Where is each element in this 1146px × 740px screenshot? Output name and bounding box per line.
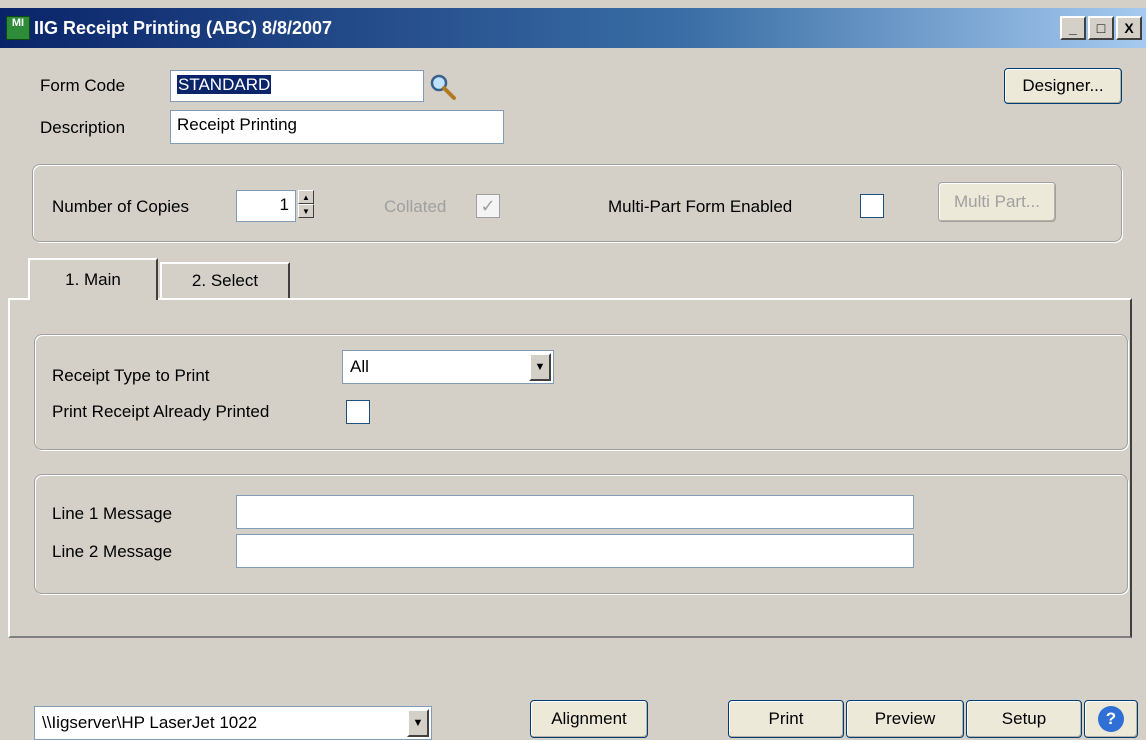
already-printed-label: Print Receipt Already Printed xyxy=(52,402,270,421)
chevron-down-icon[interactable]: ▼ xyxy=(529,353,551,381)
receipt-type-label: Receipt Type to Print xyxy=(52,366,210,385)
receipt-type-group xyxy=(34,334,1128,450)
line2-message-input[interactable] xyxy=(236,534,914,568)
description-input[interactable]: Receipt Printing xyxy=(170,110,504,144)
number-of-copies-input[interactable]: 1 xyxy=(236,190,296,222)
title-bar[interactable]: MI IIG Receipt Printing (ABC) 8/8/2007 _… xyxy=(0,8,1146,48)
maximize-button[interactable]: □ xyxy=(1088,16,1114,40)
tab-main[interactable]: 1. Main xyxy=(28,258,158,300)
form-code-label: Form Code xyxy=(40,76,126,95)
collated-checkbox[interactable]: ✓ xyxy=(476,194,500,218)
spin-down-icon[interactable]: ▼ xyxy=(298,204,314,218)
setup-button[interactable]: Setup xyxy=(966,700,1082,738)
checkmark-icon: ✓ xyxy=(480,195,496,216)
form-code-input[interactable]: STANDARD xyxy=(170,70,424,102)
multi-part-button[interactable]: Multi Part... xyxy=(938,182,1056,222)
already-printed-checkbox[interactable] xyxy=(346,400,370,424)
close-button[interactable]: X xyxy=(1116,16,1142,40)
print-button[interactable]: Print xyxy=(728,700,844,738)
app-icon[interactable]: MI xyxy=(6,16,30,40)
copies-spinner[interactable]: ▲ ▼ xyxy=(298,190,314,218)
multipart-checkbox[interactable] xyxy=(860,194,884,218)
line1-message-input[interactable] xyxy=(236,495,914,529)
alignment-button[interactable]: Alignment xyxy=(530,700,648,738)
magnifier-icon[interactable] xyxy=(428,72,458,102)
printer-select[interactable]: \\Iigserver\HP LaserJet 1022 ▼ xyxy=(34,706,432,740)
line1-label: Line 1 Message xyxy=(52,504,173,523)
help-icon: ? xyxy=(1098,706,1124,732)
window-title: IIG Receipt Printing (ABC) 8/8/2007 xyxy=(34,18,333,38)
receipt-type-value: All xyxy=(350,357,369,376)
minimize-button[interactable]: _ xyxy=(1060,16,1086,40)
number-of-copies-label: Number of Copies xyxy=(52,197,190,216)
chevron-down-icon[interactable]: ▼ xyxy=(407,709,429,737)
help-button[interactable]: ? xyxy=(1084,700,1138,738)
preview-button[interactable]: Preview xyxy=(846,700,964,738)
form-code-value: STANDARD xyxy=(177,75,272,94)
designer-button[interactable]: Designer... xyxy=(1004,68,1122,104)
description-label: Description xyxy=(40,118,126,137)
spin-up-icon[interactable]: ▲ xyxy=(298,190,314,204)
multipart-label: Multi-Part Form Enabled xyxy=(608,197,793,216)
window-controls: _ □ X xyxy=(1060,16,1142,40)
printer-value: \\Iigserver\HP LaserJet 1022 xyxy=(42,713,258,732)
line2-label: Line 2 Message xyxy=(52,542,173,561)
tab-select[interactable]: 2. Select xyxy=(160,262,290,298)
receipt-type-select[interactable]: All ▼ xyxy=(342,350,554,384)
receipt-printing-window: MI IIG Receipt Printing (ABC) 8/8/2007 _… xyxy=(0,0,1146,740)
collated-label: Collated xyxy=(384,197,447,216)
